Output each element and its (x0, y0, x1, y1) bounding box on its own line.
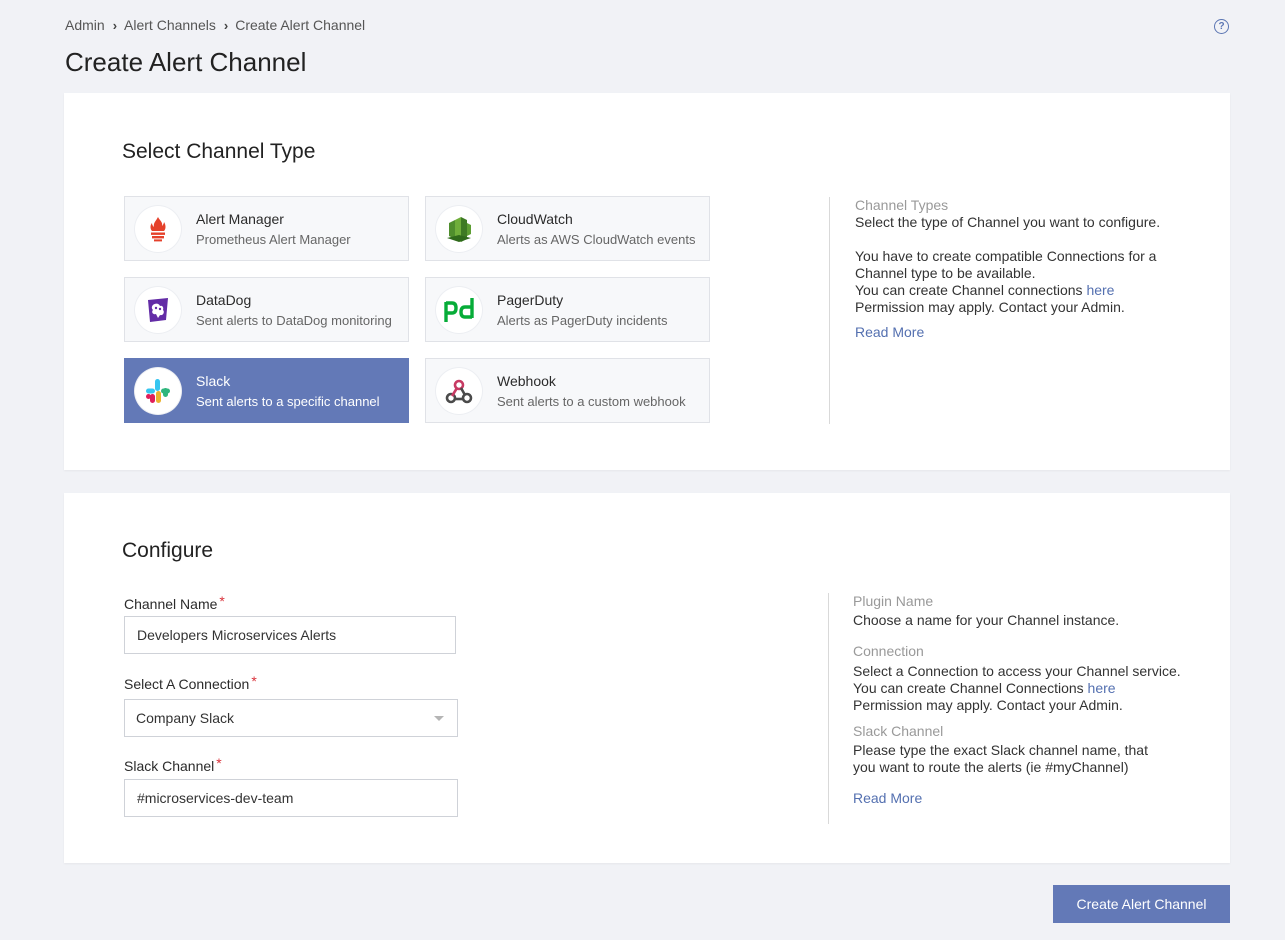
info-text: Select a Connection to access your Chann… (853, 663, 1181, 679)
field-label-text: Slack Channel (124, 758, 215, 774)
slack-channel-label: Slack Channel * (124, 755, 222, 774)
prometheus-icon (135, 205, 181, 252)
info-text-prefix: You can create Channel connections (855, 282, 1087, 298)
create-alert-channel-button[interactable]: Create Alert Channel (1053, 885, 1230, 923)
cloudwatch-icon (436, 205, 482, 252)
channel-type-desc: Sent alerts to DataDog monitoring (196, 312, 392, 328)
read-more-link[interactable]: Read More (853, 790, 922, 806)
breadcrumb-alert-channels[interactable]: Alert Channels (124, 17, 216, 33)
slack-channel-input[interactable] (124, 779, 458, 817)
info-text: You have to create compatible Connection… (855, 248, 1157, 281)
channel-type-desc: Sent alerts to a custom webhook (497, 393, 686, 409)
section-title: Select Channel Type (122, 140, 316, 163)
channel-type-name: Slack (196, 372, 231, 389)
breadcrumb-admin[interactable]: Admin (65, 17, 105, 33)
channel-type-datadog[interactable]: DataDog Sent alerts to DataDog monitorin… (124, 277, 409, 342)
connection-label: Select A Connection * (124, 673, 257, 692)
select-channel-type-panel: Select Channel Type Alert Manager Promet… (64, 93, 1230, 470)
info-text: You can create Channel Connections here (853, 680, 1198, 697)
channel-type-name: PagerDuty (497, 291, 564, 308)
page-title: Create Alert Channel (65, 47, 307, 77)
pagerduty-icon (436, 286, 482, 333)
channel-type-cloudwatch[interactable]: CloudWatch Alerts as AWS CloudWatch even… (425, 196, 710, 261)
create-connection-link[interactable]: here (1088, 680, 1116, 696)
channel-type-name: DataDog (196, 291, 252, 308)
read-more-link[interactable]: Read More (855, 324, 924, 340)
chevron-right-icon: › (112, 17, 118, 33)
channel-type-desc: Alerts as AWS CloudWatch events (497, 231, 696, 247)
breadcrumb-current: Create Alert Channel (235, 17, 366, 33)
info-text: Select the type of Channel you want to c… (855, 214, 1161, 230)
connection-select[interactable]: Company Slack (124, 699, 458, 737)
channel-type-name: CloudWatch (497, 210, 573, 227)
channel-type-grid: Alert Manager Prometheus Alert Manager C… (124, 196, 710, 424)
webhook-icon (436, 367, 482, 414)
channel-name-input[interactable] (124, 616, 456, 654)
info-text: Permission may apply. Contact your Admin… (855, 299, 1125, 315)
required-mark: * (216, 755, 222, 771)
info-text: You can create Channel connections here (855, 282, 1169, 299)
channel-type-pagerduty[interactable]: PagerDuty Alerts as PagerDuty incidents (425, 277, 710, 342)
channel-type-desc: Prometheus Alert Manager (196, 231, 351, 247)
channel-type-desc: Alerts as PagerDuty incidents (497, 312, 668, 328)
field-label-text: Channel Name (124, 596, 218, 612)
channel-type-alert-manager[interactable]: Alert Manager Prometheus Alert Manager (124, 196, 409, 261)
required-mark: * (251, 673, 257, 689)
info-heading: Channel Types (855, 197, 949, 213)
channel-name-label: Channel Name * (124, 593, 225, 612)
info-heading: Connection (853, 643, 924, 659)
chevron-right-icon: › (223, 17, 229, 33)
required-mark: * (219, 593, 225, 609)
connection-select-value: Company Slack (136, 710, 235, 726)
configure-panel: Configure Channel Name* Select A Connect… (64, 493, 1230, 863)
channel-type-name: Webhook (497, 372, 556, 389)
info-text: Please type the exact Slack channel name… (853, 742, 1148, 775)
create-connection-link[interactable]: here (1086, 282, 1114, 298)
channel-type-desc: Sent alerts to a specific channel (196, 393, 380, 409)
section-title: Configure (122, 539, 214, 562)
info-text-prefix: You can create Channel Connections (853, 680, 1088, 696)
configure-info: Plugin Name Choose a name for your Chann… (828, 593, 1198, 824)
info-heading: Slack Channel (853, 723, 944, 739)
info-text: Permission may apply. Contact your Admin… (853, 697, 1123, 713)
field-label-text: Select A Connection (124, 676, 250, 692)
channel-type-slack[interactable]: Slack Sent alerts to a specific channel (124, 358, 409, 423)
question-circle-icon[interactable]: ? (1214, 19, 1229, 34)
info-text: Choose a name for your Channel instance. (853, 612, 1120, 628)
channel-type-name: Alert Manager (196, 210, 284, 227)
caret-down-icon (434, 716, 444, 721)
channel-type-webhook[interactable]: Webhook Sent alerts to a custom webhook (425, 358, 710, 423)
breadcrumb: Admin › Alert Channels › Create Alert Ch… (65, 17, 365, 33)
datadog-icon (135, 286, 181, 333)
info-heading: Plugin Name (853, 593, 934, 609)
channel-types-info: Channel Types Select the type of Channel… (829, 197, 1169, 424)
slack-icon (135, 367, 181, 414)
